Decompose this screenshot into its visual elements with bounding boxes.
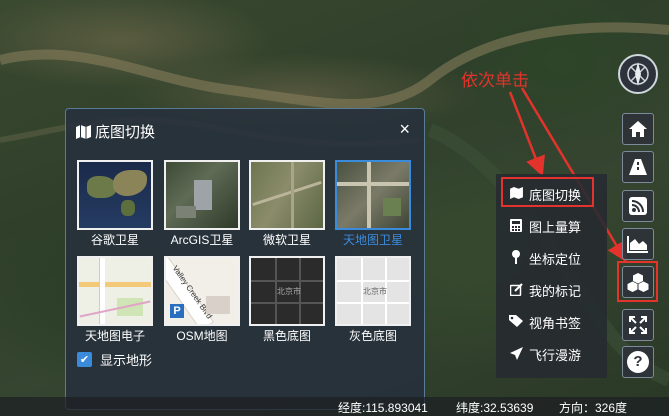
help-icon: ? xyxy=(627,351,649,373)
tile-microsoft-satellite[interactable]: 微软卫星 xyxy=(249,160,325,247)
menu-item-label: 我的标记 xyxy=(529,284,582,299)
longitude-readout: 经度:115.893041 xyxy=(338,401,428,415)
thumb-dark-map: 北京市 xyxy=(249,256,325,326)
menu-item-label: 飞行漫游 xyxy=(529,348,582,363)
tile-label: 灰色底图 xyxy=(348,329,397,343)
panel-title: 底图切换 xyxy=(95,124,156,141)
area-chart-icon xyxy=(627,236,648,253)
calculator-icon xyxy=(509,218,523,235)
panel-header: 底图切换 xyxy=(76,121,155,142)
thumb-tianditu-vector xyxy=(77,256,153,326)
expand-icon xyxy=(629,316,647,334)
tile-label: 天地图电子 xyxy=(84,329,145,343)
thumb-tianditu-satellite xyxy=(335,160,411,230)
rss-button[interactable] xyxy=(622,190,654,222)
rss-icon xyxy=(629,197,647,215)
terrain-toggle[interactable]: ✔ 显示地形 xyxy=(77,350,152,369)
road-button[interactable] xyxy=(622,151,654,183)
tile-label: 谷歌卫星 xyxy=(90,233,139,247)
expand-button[interactable] xyxy=(622,309,654,341)
menu-item-label: 图上量算 xyxy=(529,220,582,235)
tile-gray-map[interactable]: 北京市 灰色底图 xyxy=(335,256,411,343)
tag-icon xyxy=(509,315,523,330)
tile-tianditu-vector[interactable]: 天地图电子 xyxy=(77,256,153,343)
plane-icon xyxy=(509,346,523,363)
pin-icon xyxy=(509,250,523,267)
dark-map-text: 北京市 xyxy=(277,287,301,296)
menu-item-locate[interactable]: 坐标定位 xyxy=(509,249,581,268)
highlight-basemap-item xyxy=(501,177,594,207)
thumb-google-satellite xyxy=(77,160,153,230)
tile-label: 微软卫星 xyxy=(262,233,311,247)
tile-osm[interactable]: Valley Creek Blvd P OSM地图 xyxy=(164,256,240,343)
compass-icon[interactable] xyxy=(618,54,658,94)
thumb-gray-map: 北京市 xyxy=(335,256,411,326)
tile-label: 天地图卫星 xyxy=(342,233,403,247)
edit-icon xyxy=(509,282,523,299)
tile-label: ArcGIS卫星 xyxy=(170,233,234,247)
menu-item-flight[interactable]: 飞行漫游 xyxy=(509,345,581,364)
menu-item-label: 视角书签 xyxy=(529,316,582,331)
area-chart-button[interactable] xyxy=(622,228,654,260)
help-button[interactable]: ? xyxy=(622,346,654,378)
menu-item-measure[interactable]: 图上量算 xyxy=(509,217,581,236)
home-button[interactable] xyxy=(622,113,654,145)
map-icon xyxy=(76,124,91,139)
road-icon xyxy=(629,159,647,175)
basemap-panel: 底图切换 × 谷歌卫星 ArcGIS卫星 微软卫星 天地图卫星 天地图电子 Va… xyxy=(65,108,425,410)
thumb-osm: Valley Creek Blvd P xyxy=(164,256,240,326)
thumb-microsoft-satellite xyxy=(249,160,325,230)
terrain-label: 显示地形 xyxy=(100,353,153,368)
close-icon[interactable]: × xyxy=(399,119,410,139)
tile-google-satellite[interactable]: 谷歌卫星 xyxy=(77,160,153,247)
thumb-arcgis-satellite xyxy=(164,160,240,230)
tile-arcgis-satellite[interactable]: ArcGIS卫星 xyxy=(164,160,240,247)
annotation-text: 依次单击 xyxy=(461,71,529,90)
menu-item-label: 坐标定位 xyxy=(529,252,582,267)
tile-label: OSM地图 xyxy=(176,329,228,343)
parking-icon: P xyxy=(170,304,184,318)
highlight-cubes-button xyxy=(617,261,658,302)
latitude-readout: 纬度:32.53639 xyxy=(456,401,534,415)
status-bar: 经度:115.893041 纬度:32.53639 方向：326度 xyxy=(0,397,669,416)
gray-map-text: 北京市 xyxy=(363,287,387,296)
home-icon xyxy=(629,121,647,137)
terrain-checkbox[interactable]: ✔ xyxy=(77,352,92,367)
menu-item-bookmark[interactable]: 视角书签 xyxy=(509,313,581,332)
menu-item-marks[interactable]: 我的标记 xyxy=(509,281,581,300)
heading-readout: 方向：326度 xyxy=(559,401,628,415)
tile-dark-map[interactable]: 北京市 黑色底图 xyxy=(249,256,325,343)
tile-tianditu-satellite[interactable]: 天地图卫星 xyxy=(335,160,411,247)
tile-label: 黑色底图 xyxy=(262,329,311,343)
